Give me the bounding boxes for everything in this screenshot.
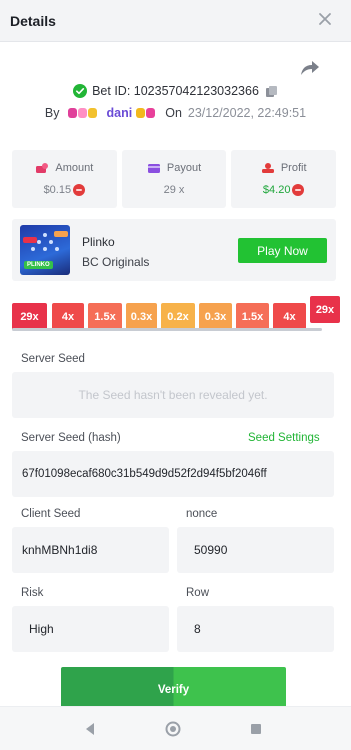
bet-id-text: Bet ID: 102357042123032366 [92, 84, 259, 98]
profit-icon [261, 163, 274, 173]
game-name: Plinko [82, 235, 115, 249]
multiplier-chip: 1.5x [88, 303, 122, 330]
back-triangle-icon[interactable] [82, 721, 98, 737]
payout-icon [147, 164, 160, 173]
username-link[interactable]: dani [107, 106, 133, 120]
user-emoji-icons [136, 108, 156, 118]
plinko-thumb-tag: PLINKO [24, 261, 53, 269]
bet-by-row: By dani On 23/12/2022, 22:49:51 [0, 104, 351, 122]
payout-label: Payout [166, 162, 202, 174]
recents-square-icon[interactable] [248, 721, 264, 737]
multiplier-chip: 0.3x [126, 303, 157, 330]
bet-datetime: 23/12/2022, 22:49:51 [187, 106, 307, 120]
risk-field[interactable]: High [12, 606, 169, 652]
nonce-label: nonce [186, 508, 218, 520]
payout-value: 29 x [163, 184, 185, 196]
client-seed-label: Client Seed [21, 508, 81, 520]
share-icon[interactable] [299, 58, 321, 78]
amount-label: Amount [55, 162, 94, 174]
row-label: Row [186, 587, 210, 599]
bet-id-row: Bet ID: 102357042123032366 [0, 82, 351, 100]
multiplier-row: 29x 4x 1.5x 0.3x 0.2x 0.3x 1.5x 4x 29x [12, 296, 351, 331]
amount-value: $0.15 [43, 184, 72, 196]
user-badge-icons [67, 108, 97, 118]
multiplier-chip: 1.5x [236, 303, 269, 330]
multiplier-chip: 29x [310, 296, 340, 323]
profit-value: $4.20 [262, 184, 291, 196]
nonce-field[interactable]: 50990 [177, 527, 334, 573]
home-circle-icon[interactable] [165, 721, 181, 737]
multiplier-scroll-track[interactable] [12, 328, 322, 331]
close-icon[interactable] [315, 9, 335, 29]
verified-check-icon [73, 84, 88, 98]
profit-label: Profit [280, 162, 307, 174]
multiplier-chip: 29x [12, 303, 47, 330]
server-seed-label: Server Seed [21, 353, 85, 365]
stat-amount: Amount $0.15 [12, 150, 117, 208]
seed-settings-link[interactable]: Seed Settings [248, 432, 320, 444]
amount-icon [36, 163, 49, 173]
play-now-button[interactable]: Play Now [238, 238, 327, 263]
multiplier-chip: 4x [52, 303, 84, 330]
game-card: PLINKO Plinko BC Originals Play Now [12, 219, 336, 281]
coin-icon [73, 184, 86, 196]
bet-stats: Amount $0.15 Payout 29 x Profit $4.20 [12, 150, 337, 208]
on-label: On [165, 106, 182, 120]
server-seed-field: The Seed hasn't been revealed yet. [12, 372, 334, 418]
plinko-thumbnail: PLINKO [20, 225, 70, 275]
stat-profit: Profit $4.20 [231, 150, 337, 208]
by-label: By [44, 106, 60, 120]
server-seed-hash-label: Server Seed (hash) [21, 432, 121, 444]
server-seed-hash-field[interactable]: 67f01098ecaf680c31b549d9d52f2d94f5bf2046… [12, 451, 334, 497]
multiplier-chip: 0.3x [199, 303, 232, 330]
risk-label: Risk [21, 587, 44, 599]
coin-icon [292, 184, 305, 196]
stat-payout: Payout 29 x [121, 150, 227, 208]
copy-icon[interactable] [265, 85, 278, 98]
client-seed-field[interactable]: knhMBNh1di8 [12, 527, 169, 573]
row-field[interactable]: 8 [177, 606, 334, 652]
multiplier-chip: 4x [273, 303, 306, 330]
details-header: Details [0, 0, 351, 42]
multiplier-chip: 0.2x [161, 303, 195, 330]
system-nav-bar [0, 706, 351, 750]
details-title: Details [10, 13, 56, 29]
game-provider: BC Originals [82, 255, 150, 269]
